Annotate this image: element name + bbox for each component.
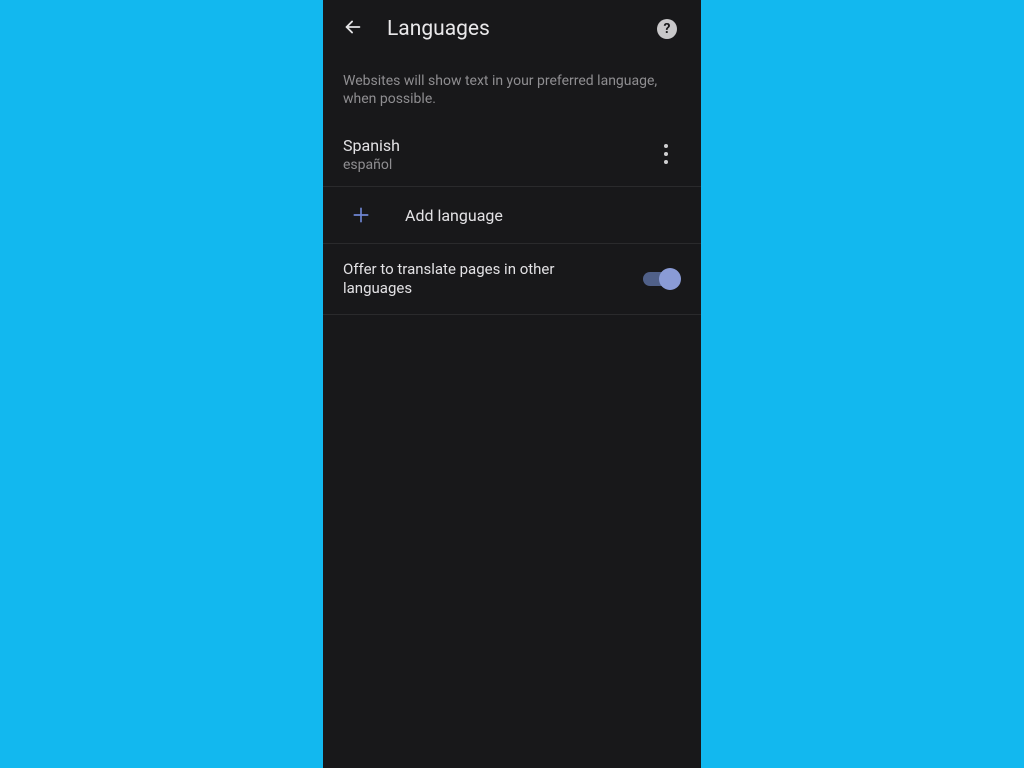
translate-toggle-switch[interactable] — [643, 268, 681, 290]
language-item[interactable]: Spanish español — [323, 122, 701, 187]
app-bar: Languages ? — [323, 0, 701, 58]
language-text: Spanish español — [343, 136, 651, 173]
switch-thumb — [659, 268, 681, 290]
translate-toggle-row[interactable]: Offer to translate pages in other langua… — [323, 244, 701, 315]
back-arrow-icon — [342, 16, 364, 42]
translate-toggle-label: Offer to translate pages in other langua… — [343, 260, 643, 298]
help-button[interactable]: ? — [647, 9, 687, 49]
languages-settings-screen: Languages ? Websites will show text in y… — [323, 0, 701, 768]
language-native-name: español — [343, 157, 651, 173]
back-button[interactable] — [333, 9, 373, 49]
language-name: Spanish — [343, 136, 651, 155]
language-overflow-button[interactable] — [651, 134, 681, 174]
plus-icon — [351, 205, 371, 225]
page-title: Languages — [387, 17, 647, 41]
help-icon: ? — [657, 19, 677, 39]
add-language-label: Add language — [405, 206, 503, 225]
more-vert-icon — [664, 144, 668, 164]
section-description: Websites will show text in your preferre… — [323, 58, 701, 122]
add-language-button[interactable]: Add language — [323, 187, 701, 244]
